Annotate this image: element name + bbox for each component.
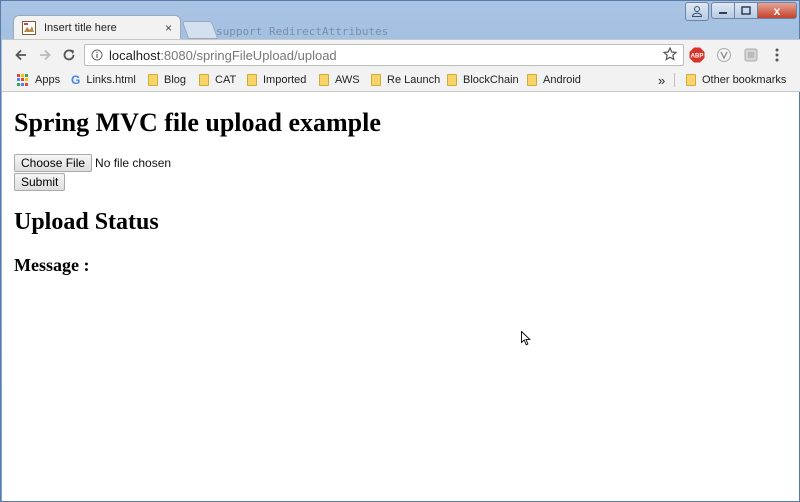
url-text: localhost:8080/springFileUpload/upload [109, 48, 337, 63]
folder-icon [686, 74, 696, 86]
bookmark-links[interactable]: G Links.html [71, 72, 136, 88]
page-content: Spring MVC file upload example Choose Fi… [2, 92, 799, 501]
bookmark-blog[interactable]: Blog [148, 72, 186, 88]
bookmark-star-icon[interactable] [662, 46, 678, 66]
message-label: Message : [14, 255, 90, 275]
bookmark-label: Apps [35, 74, 61, 86]
bookmark-apps[interactable]: Apps [17, 72, 60, 88]
tab-close-icon[interactable]: × [165, 21, 172, 35]
forward-arrow-icon[interactable] [36, 46, 54, 64]
bookmark-cat[interactable]: CAT [199, 72, 236, 88]
new-tab-button[interactable] [181, 21, 219, 39]
bookmarks-overflow-chevron-icon[interactable]: » [658, 72, 665, 88]
bookmark-blockchain[interactable]: BlockChain [447, 72, 519, 88]
back-arrow-icon[interactable] [12, 46, 30, 64]
mouse-cursor-icon [521, 330, 531, 351]
browser-toolbar: localhost:8080/springFileUpload/upload A… [2, 39, 800, 70]
background-window-text: support RedirectAttributes [216, 25, 389, 38]
url-path: :8080/springFileUpload/upload [160, 47, 337, 63]
upload-status-heading: Upload Status [14, 209, 159, 235]
bookmark-label: Blog [164, 74, 187, 86]
address-bar[interactable]: localhost:8080/springFileUpload/upload [84, 44, 684, 66]
folder-icon [199, 74, 209, 86]
browser-window: Insert title here × support RedirectAttr… [0, 0, 800, 502]
page-title: Spring MVC file upload example [14, 108, 381, 137]
reload-icon[interactable] [60, 46, 78, 64]
file-input[interactable]: Choose File No file chosen [14, 154, 171, 172]
bookmark-label: BlockChain [463, 74, 519, 86]
bookmark-label: Re Launch [387, 74, 441, 86]
bookmark-label: Android [543, 74, 581, 86]
submit-button[interactable]: Submit [14, 173, 66, 191]
choose-file-button[interactable]: Choose File [14, 154, 93, 172]
bookmark-label: Other bookmarks [702, 74, 787, 86]
adblock-plus-icon[interactable]: ABP [688, 46, 706, 64]
bookmark-android[interactable]: Android [527, 72, 581, 88]
bookmark-label: AWS [335, 74, 360, 86]
menu-kebab-icon[interactable] [768, 46, 786, 64]
extension-v-icon[interactable] [715, 46, 733, 64]
bookmark-imported[interactable]: Imported [247, 72, 306, 88]
google-icon: G [71, 73, 81, 87]
bookmark-label: Links.html [86, 74, 136, 86]
bookmark-label: Imported [263, 74, 307, 86]
folder-icon [148, 74, 158, 86]
user-profile-icon[interactable] [685, 2, 709, 21]
tab-title: Insert title here [44, 21, 117, 34]
bookmarks-divider [674, 73, 675, 87]
file-status-text: No file chosen [95, 156, 172, 170]
bookmarks-bar: Apps G Links.html Blog CAT Imported AWS … [2, 69, 800, 92]
url-host: localhost [109, 47, 161, 63]
tab-active[interactable]: Insert title here × [13, 15, 181, 39]
bookmark-label: CAT [215, 74, 237, 86]
svg-text:ABP: ABP [691, 54, 704, 60]
folder-icon [371, 74, 381, 86]
close-window-button[interactable]: x [757, 2, 797, 19]
apps-grid-icon [17, 74, 29, 86]
info-icon[interactable] [91, 49, 103, 61]
maximize-button[interactable] [734, 2, 758, 19]
folder-icon [319, 74, 329, 86]
folder-icon [247, 74, 257, 86]
bookmark-other[interactable]: Other bookmarks [686, 72, 786, 88]
bookmark-aws[interactable]: AWS [319, 72, 360, 88]
extension-square-icon[interactable] [742, 46, 760, 64]
minimize-button[interactable] [711, 2, 735, 19]
tab-strip: Insert title here × support RedirectAttr… [1, 1, 800, 39]
folder-icon [527, 74, 537, 86]
page-favicon-icon [22, 20, 36, 35]
folder-icon [447, 74, 457, 86]
bookmark-relaunch[interactable]: Re Launch [371, 72, 440, 88]
